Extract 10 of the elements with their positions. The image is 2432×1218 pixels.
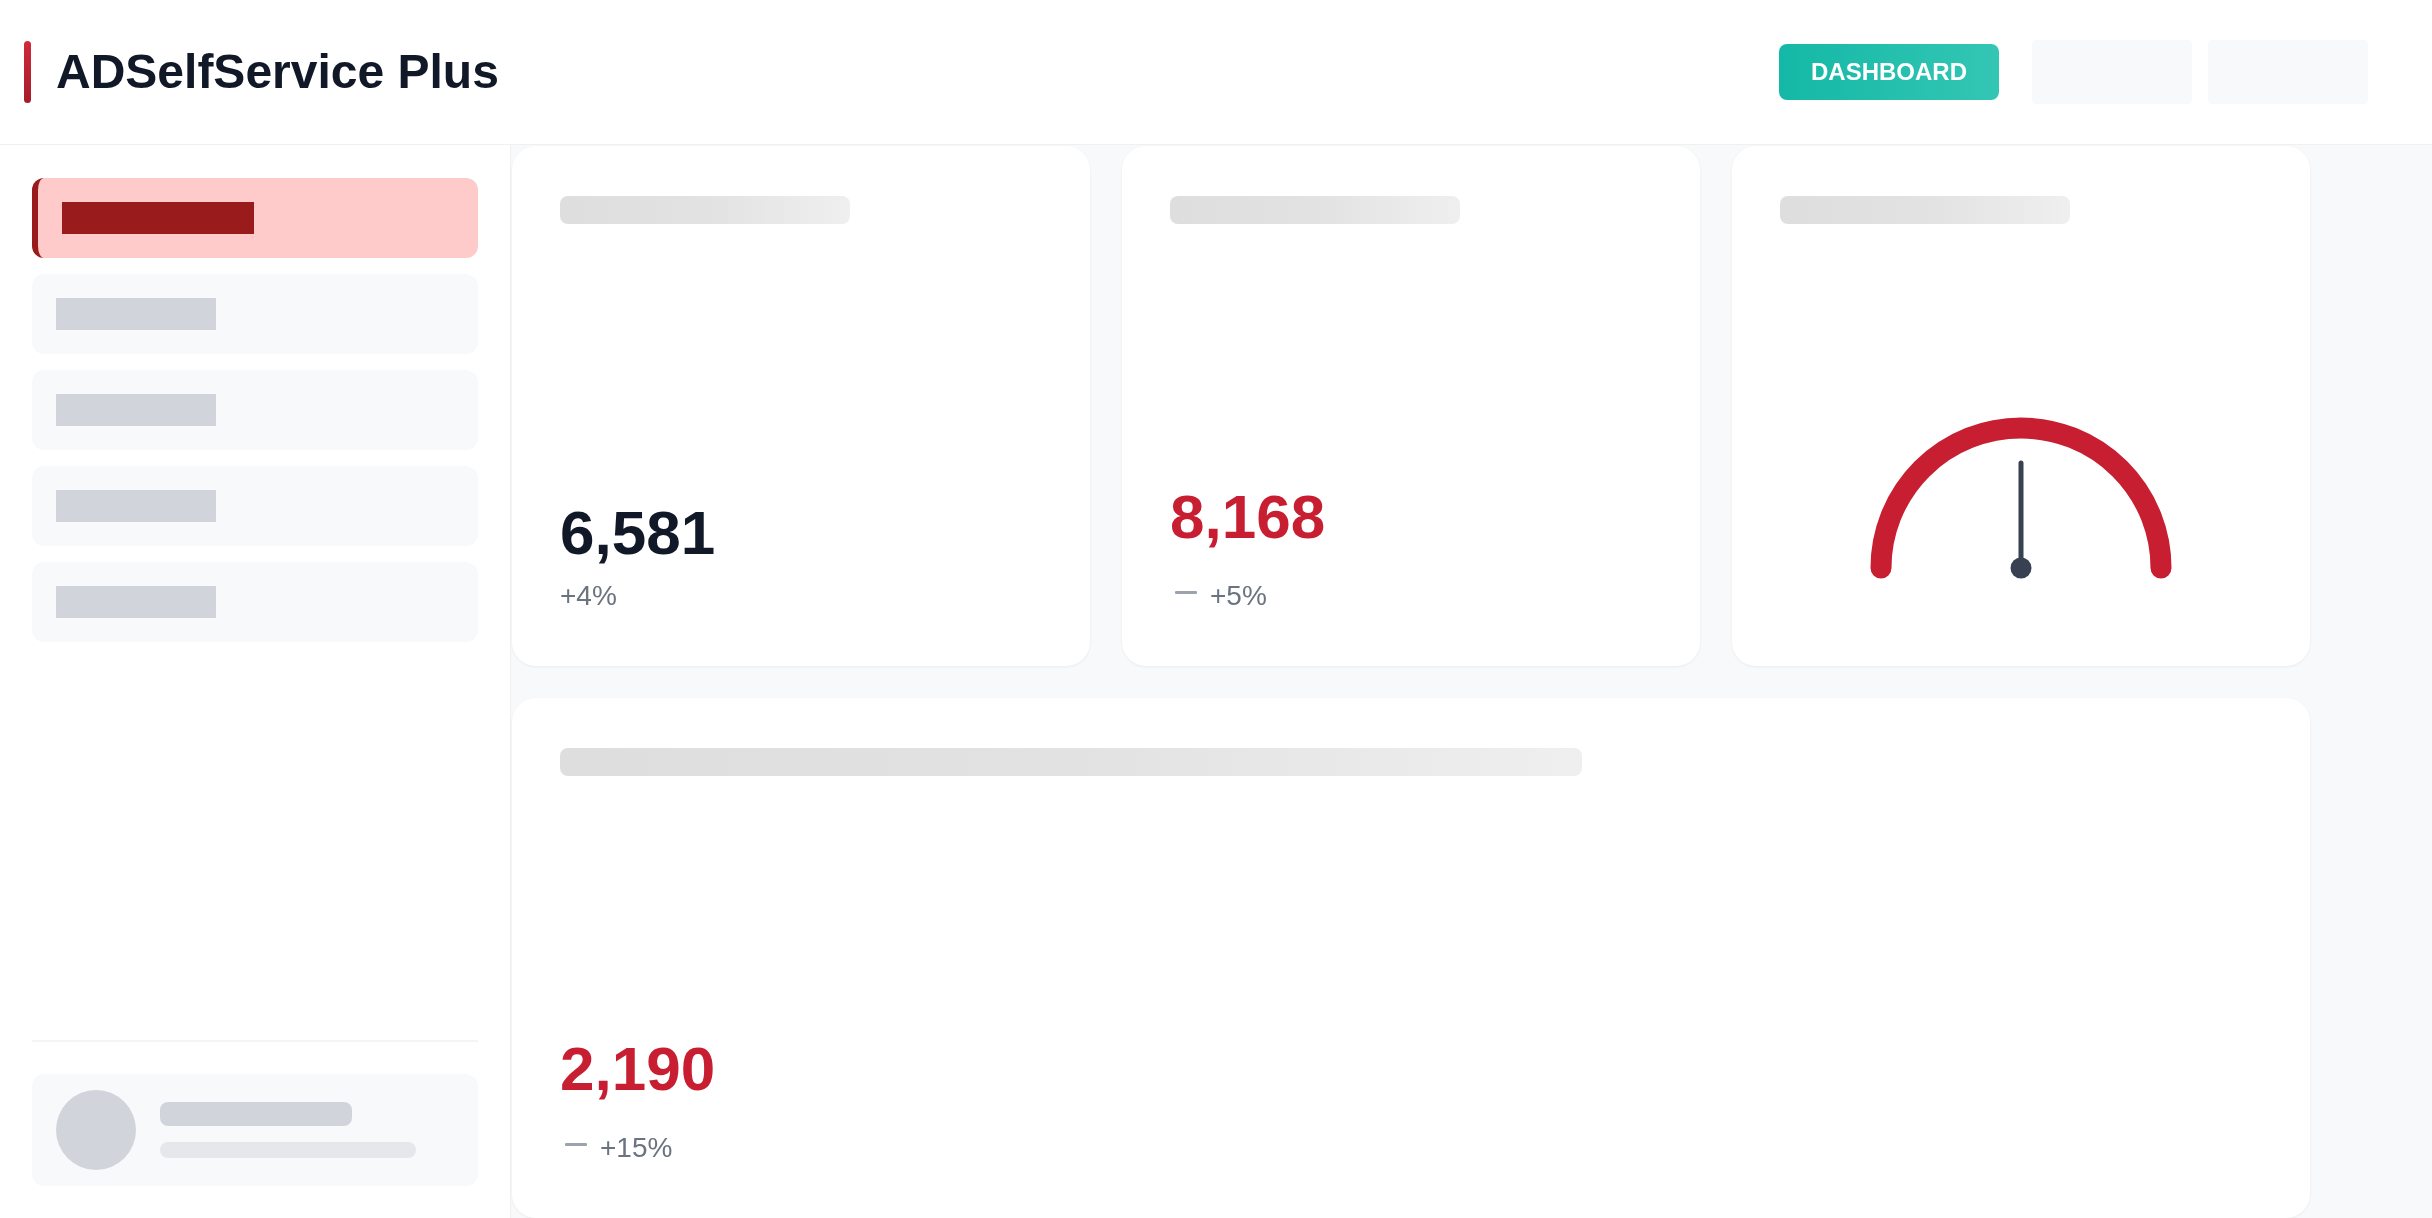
dashboard-button[interactable]: DASHBOARD: [1779, 44, 1999, 100]
accent-bar: [24, 41, 31, 103]
stat-value: 8,168: [1170, 486, 1326, 548]
app-title: ADSelfService Plus: [56, 44, 499, 101]
stat-value: 2,190: [560, 1038, 716, 1100]
stat-value: 6,581: [560, 502, 716, 564]
sidebar-item[interactable]: [32, 178, 478, 258]
change-percent: +4%: [560, 580, 617, 612]
change-percent: +5%: [1210, 580, 1267, 612]
change-percent: +15%: [600, 1132, 673, 1164]
